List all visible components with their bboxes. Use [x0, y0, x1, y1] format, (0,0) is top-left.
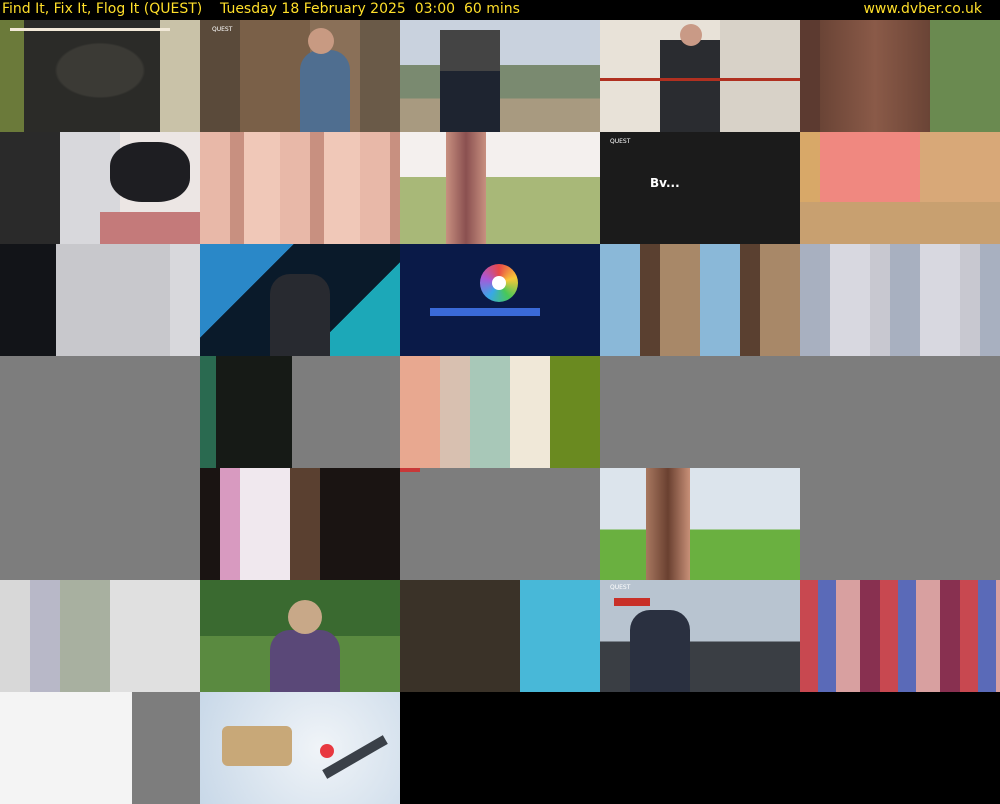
thumbnail-frame[interactable] — [400, 20, 600, 132]
empty-slot — [400, 692, 600, 804]
thumbnail-frame[interactable] — [0, 20, 200, 132]
site-link[interactable]: www.dvber.co.uk — [863, 0, 982, 19]
thumbnail-frame[interactable] — [800, 132, 1000, 244]
thumbnail-frame[interactable] — [600, 356, 800, 468]
thumbnail-frame[interactable] — [800, 580, 1000, 692]
thumbnail-frame[interactable] — [400, 356, 600, 468]
thumbnail-frame[interactable] — [600, 20, 800, 132]
thumbnail-frame[interactable] — [200, 132, 400, 244]
thumbnail-frame[interactable] — [800, 356, 1000, 468]
programme-title: Find It, Fix It, Flog It (QUEST) Tuesday… — [2, 1, 520, 17]
thumbnail-frame[interactable]: QUEST — [600, 580, 800, 692]
thumbnail-frame[interactable] — [800, 468, 1000, 580]
thumbnail-frame[interactable] — [0, 692, 200, 804]
thumbnail-frame[interactable] — [0, 580, 200, 692]
thumbnail-grid: QUEST QUEST Bv... QUEST — [0, 20, 1000, 804]
thumbnail-frame[interactable] — [400, 132, 600, 244]
thumbnail-frame[interactable] — [600, 468, 800, 580]
thumbnail-frame[interactable] — [200, 244, 400, 356]
channel-watermark: QUEST — [212, 26, 233, 33]
thumbnail-frame[interactable] — [400, 580, 600, 692]
thumbnail-frame[interactable] — [0, 356, 200, 468]
thumbnail-frame[interactable] — [0, 244, 200, 356]
thumbnail-frame[interactable] — [600, 244, 800, 356]
thumbnail-frame[interactable] — [200, 692, 400, 804]
thumbnail-frame[interactable] — [0, 468, 200, 580]
thumbnail-frame[interactable]: QUEST Bv... — [600, 132, 800, 244]
title-card-text: Bv... — [650, 176, 680, 190]
thumbnail-frame[interactable] — [0, 132, 200, 244]
empty-slot — [800, 692, 1000, 804]
empty-slot — [600, 692, 800, 804]
header-bar: Find It, Fix It, Flog It (QUEST) Tuesday… — [0, 0, 1000, 20]
thumbnail-frame[interactable]: QUEST — [200, 20, 400, 132]
thumbnail-frame[interactable] — [400, 468, 600, 580]
thumbnail-frame[interactable] — [400, 244, 600, 356]
thumbnail-frame[interactable] — [800, 20, 1000, 132]
thumbnail-frame[interactable] — [200, 580, 400, 692]
thumbnail-frame[interactable] — [200, 468, 400, 580]
thumbnail-frame[interactable] — [200, 356, 400, 468]
channel-watermark: QUEST — [610, 138, 631, 145]
thumbnail-frame[interactable] — [800, 244, 1000, 356]
channel-watermark: QUEST — [610, 584, 631, 591]
